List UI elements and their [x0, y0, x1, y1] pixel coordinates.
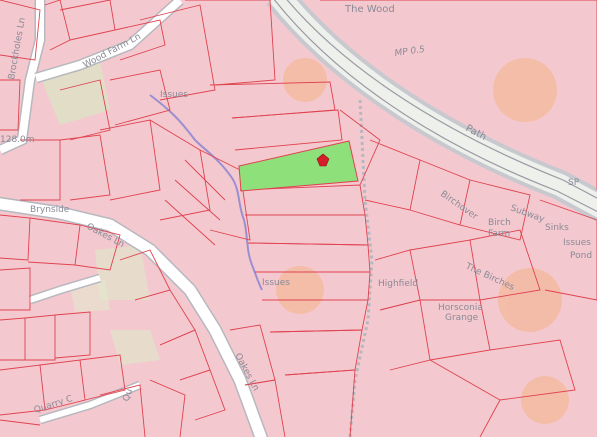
label-horsconia-1: Horsconia — [438, 303, 483, 313]
label-issues-3: Issues — [563, 238, 591, 248]
map-view[interactable]: The Wood MP 0.5 Path SP Brockholes Ln Wo… — [0, 0, 597, 437]
label-issues-1: Issues — [160, 90, 188, 100]
label-horsconia-2: Grange — [445, 313, 479, 323]
label-wood: The Wood — [344, 4, 395, 15]
label-issues-2: Issues — [262, 278, 290, 288]
label-birch-farm-1: Birch — [488, 218, 511, 228]
label-pond: Pond — [570, 251, 592, 261]
map-canvas: The Wood MP 0.5 Path SP Brockholes Ln Wo… — [0, 0, 597, 437]
label-brynside: Brynside — [30, 205, 70, 215]
label-sinks: Sinks — [545, 223, 569, 233]
label-highfield: Highfield — [378, 279, 418, 289]
label-altitude: 128.0m — [0, 135, 35, 145]
label-sp: SP — [568, 178, 580, 188]
label-birch-farm-2: Farm — [488, 229, 510, 239]
